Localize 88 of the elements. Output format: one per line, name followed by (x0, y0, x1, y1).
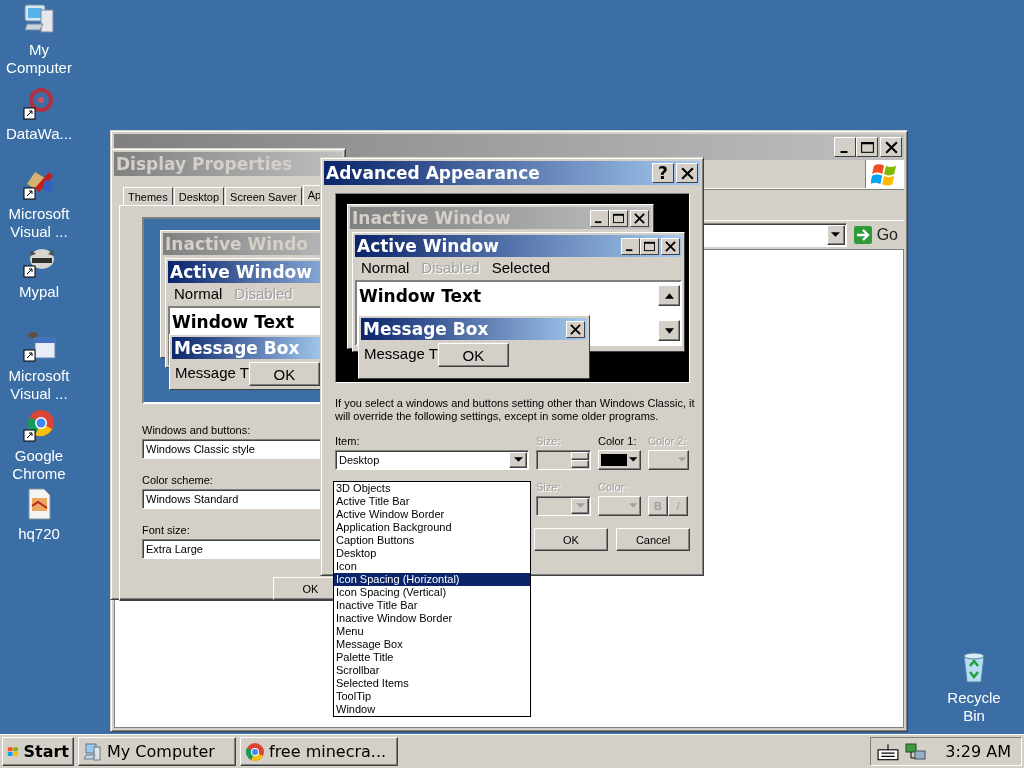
preview-title: Active Window (357, 236, 499, 256)
dropdown-option[interactable]: Inactive Window Border (334, 612, 530, 625)
window-text: Window Text (172, 311, 295, 333)
window-title: Display Properties (116, 154, 293, 174)
close-icon (883, 140, 899, 154)
dropdown-option[interactable]: Inactive Title Bar (334, 599, 530, 612)
window-text: Window Text (359, 285, 482, 307)
dropdown-option[interactable]: Active Title Bar (334, 495, 530, 508)
tab[interactable]: Screen Saver (225, 187, 302, 205)
close-button[interactable] (676, 163, 698, 183)
dropdown-arrow-icon (831, 232, 841, 238)
desktop-icon-label[interactable]: Mypal (0, 283, 78, 301)
dropdown-arrow-icon (513, 457, 523, 463)
item-dropdown[interactable]: Desktop (335, 450, 529, 470)
shortcut-chrome-icon[interactable] (21, 408, 57, 444)
windows-flag-icon (871, 162, 899, 186)
size-spinner[interactable] (536, 450, 591, 470)
close-icon (661, 237, 680, 255)
dropdown-arrow-icon (575, 503, 585, 509)
desktop-icon-label[interactable]: Microsoft Visual ... (0, 367, 78, 403)
maximize-icon (859, 140, 875, 154)
go-button[interactable]: Go (850, 225, 900, 245)
maximize-icon (609, 209, 628, 227)
close-button[interactable] (880, 137, 902, 157)
dropdown-option[interactable]: Desktop (334, 547, 530, 560)
window-title: Advanced Appearance (326, 163, 540, 183)
field-label: Color 1: (598, 435, 638, 447)
tab[interactable]: Desktop (173, 187, 225, 205)
dropdown-arrow-icon (629, 503, 638, 509)
dropdown-option[interactable]: Active Window Border (334, 508, 530, 521)
tab[interactable]: Themes (123, 187, 173, 205)
desktop-icon-label[interactable]: Microsoft Visual ... (0, 205, 78, 241)
dropdown-arrow-icon (677, 457, 686, 463)
dropdown-option[interactable]: Scrollbar (334, 664, 530, 677)
clock[interactable]: 3:29 AM (945, 742, 1011, 761)
taskbar-button[interactable]: My Computer (78, 737, 236, 766)
preview-title: Active Window (170, 262, 312, 282)
minimize-icon (621, 237, 640, 255)
color-picker-button[interactable] (598, 450, 641, 470)
field-label: Color scheme: (142, 474, 214, 486)
close-icon (566, 320, 585, 338)
preview-title: Inactive Windo (165, 234, 308, 254)
maximize-icon (640, 237, 659, 255)
field-label: Item: (335, 435, 361, 447)
dropdown-option[interactable]: Application Background (334, 521, 530, 534)
note-text: If you select a windows and buttons setting other than Windows Classic, it will override the following settings, except in some older programs. (335, 397, 696, 423)
preview-title: Message Box (363, 319, 489, 339)
cancel-button[interactable]: Cancel (616, 528, 690, 551)
dropdown-option[interactable]: Selected Items (334, 677, 530, 690)
close-icon (630, 209, 649, 227)
desktop-icon-label[interactable]: Google Chrome (0, 447, 78, 483)
arrow-icon (852, 225, 873, 245)
dropdown-option[interactable]: Icon Spacing (Horizontal) (334, 573, 530, 586)
taskbar-button[interactable]: free minecra... (240, 737, 398, 766)
network-icon[interactable] (905, 741, 928, 762)
font-size-dropdown[interactable] (536, 496, 591, 516)
dropdown-option[interactable]: 3D Objects (334, 482, 530, 495)
preview-title: Message Box (174, 338, 300, 358)
message-text: Message T (175, 364, 249, 381)
minimize-button[interactable] (834, 137, 856, 157)
close-icon (679, 166, 695, 180)
ok-button[interactable]: OK (534, 528, 608, 551)
dropdown-option[interactable]: Icon (334, 560, 530, 573)
message-text: Message T (364, 345, 438, 362)
dropdown-arrow-icon (629, 457, 638, 463)
tab[interactable]: Ap (302, 185, 320, 205)
field-label: Windows and buttons: (142, 424, 252, 436)
preview-title: Inactive Window (352, 208, 511, 228)
desktop-icon-label[interactable]: My Computer (0, 41, 78, 77)
dropdown-option[interactable]: Message Box (334, 638, 530, 651)
minimize-icon (590, 209, 609, 227)
dropdown-option[interactable]: Palette Title (334, 651, 530, 664)
desktop-icon-label[interactable]: hq720 (0, 525, 78, 543)
minimize-icon (839, 150, 848, 153)
keyboard-icon[interactable] (877, 741, 900, 762)
dropdown-option[interactable]: Caption Buttons (334, 534, 530, 547)
color-picker-button[interactable] (598, 496, 641, 516)
dropdown-option[interactable]: Menu (334, 625, 530, 638)
desktop-icon-label[interactable]: Recycle Bin (935, 689, 1013, 725)
color-picker-button[interactable] (648, 450, 689, 470)
start-button[interactable]: Start (2, 737, 74, 766)
desktop-icon-label[interactable]: DataWa... (0, 125, 78, 143)
chrome-icon (245, 741, 265, 762)
dropdown-option[interactable]: Window (334, 703, 530, 716)
computer-icon (83, 741, 103, 762)
maximize-button[interactable] (856, 137, 878, 157)
dropdown-option[interactable]: ToolTip (334, 690, 530, 703)
help-button[interactable]: ? (652, 163, 674, 183)
